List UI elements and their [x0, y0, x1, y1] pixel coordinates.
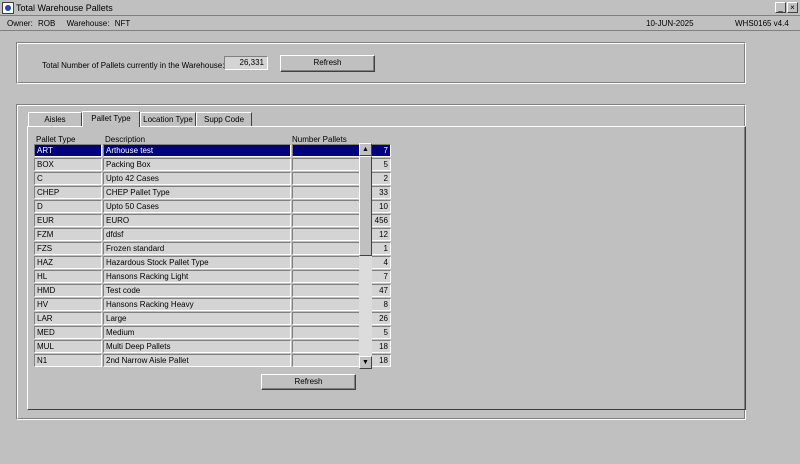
cell-description[interactable]: Arthouse test [103, 144, 291, 157]
cell-number-pallets[interactable]: 4 [292, 256, 391, 269]
cell-number-pallets[interactable]: 5 [292, 158, 391, 171]
total-pallets-label: Total Number of Pallets currently in the… [42, 61, 225, 70]
date-display: 10-JUN-2025 [646, 19, 694, 28]
cell-description[interactable]: Medium [103, 326, 291, 339]
cell-description[interactable]: Upto 42 Cases [103, 172, 291, 185]
cell-pallet-type[interactable]: BOX [34, 158, 102, 171]
info-bar: Owner: ROB Warehouse: NFT 10-JUN-2025 WH… [0, 17, 800, 31]
cell-pallet-type[interactable]: HAZ [34, 256, 102, 269]
cell-number-pallets[interactable]: 12 [292, 228, 391, 241]
cell-pallet-type[interactable]: EUR [34, 214, 102, 227]
tab-aisles[interactable]: Aisles [28, 112, 82, 126]
table-scrollbar[interactable]: ▲ ▼ [359, 143, 372, 369]
tab-location-type[interactable]: Location Type [140, 112, 196, 126]
scroll-up-icon[interactable]: ▲ [359, 143, 372, 156]
cell-description[interactable]: Multi Deep Pallets [103, 340, 291, 353]
column-header-number-pallets: Number Pallets [292, 135, 347, 144]
cell-pallet-type[interactable]: D [34, 200, 102, 213]
cell-pallet-type[interactable]: N1 [34, 354, 102, 367]
column-header-pallet-type: Pallet Type [36, 135, 76, 144]
scroll-down-icon[interactable]: ▼ [359, 356, 372, 369]
cell-description[interactable]: Large [103, 312, 291, 325]
owner-label: Owner: [7, 19, 33, 28]
cell-description[interactable]: Test code [103, 284, 291, 297]
cell-pallet-type[interactable]: C [34, 172, 102, 185]
cell-number-pallets[interactable]: 10 [292, 200, 391, 213]
tab-pallet-type[interactable]: Pallet Type [82, 111, 140, 127]
cell-number-pallets[interactable]: 7 [292, 144, 391, 157]
cell-pallet-type[interactable]: HL [34, 270, 102, 283]
cell-number-pallets[interactable]: 47 [292, 284, 391, 297]
cell-pallet-type[interactable]: HV [34, 298, 102, 311]
total-pallets-value: 26,331 [224, 56, 268, 70]
cell-number-pallets[interactable]: 18 [292, 354, 391, 367]
table-refresh-button[interactable]: Refresh [261, 374, 356, 390]
cell-number-pallets[interactable]: 7 [292, 270, 391, 283]
column-header-description: Description [105, 135, 146, 144]
cell-description[interactable]: Hansons Racking Light [103, 270, 291, 283]
cell-pallet-type[interactable]: ART [34, 144, 102, 157]
cell-pallet-type[interactable]: CHEP [34, 186, 102, 199]
cell-pallet-type[interactable]: MED [34, 326, 102, 339]
window-title: Total Warehouse Pallets [16, 2, 113, 13]
summary-refresh-button[interactable]: Refresh [280, 55, 375, 72]
warehouse-label: Warehouse: [66, 19, 110, 28]
cell-description[interactable]: Frozen standard [103, 242, 291, 255]
cell-pallet-type[interactable]: FZM [34, 228, 102, 241]
cell-pallet-type[interactable]: LAR [34, 312, 102, 325]
cell-pallet-type[interactable]: FZS [34, 242, 102, 255]
cell-number-pallets[interactable]: 33 [292, 186, 391, 199]
tab-supp-code[interactable]: Supp Code [196, 112, 252, 126]
cell-number-pallets[interactable]: 5 [292, 326, 391, 339]
owner-value: ROB [38, 19, 56, 28]
app-icon [2, 1, 14, 14]
scroll-thumb[interactable] [359, 156, 372, 256]
cell-number-pallets[interactable]: 8 [292, 298, 391, 311]
cell-number-pallets[interactable]: 18 [292, 340, 391, 353]
cell-number-pallets[interactable]: 456 [292, 214, 391, 227]
title-bar: Total Warehouse Pallets _ × [0, 0, 800, 16]
owner-warehouse-info: Owner: ROB Warehouse: NFT [7, 17, 133, 31]
warehouse-value: NFT [114, 19, 131, 28]
cell-description[interactable]: Upto 50 Cases [103, 200, 291, 213]
cell-pallet-type[interactable]: MUL [34, 340, 102, 353]
close-button[interactable]: × [787, 2, 798, 13]
cell-description[interactable]: Hazardous Stock Pallet Type [103, 256, 291, 269]
cell-description[interactable]: Packing Box [103, 158, 291, 171]
cell-description[interactable]: EURO [103, 214, 291, 227]
cell-number-pallets[interactable]: 26 [292, 312, 391, 325]
cell-description[interactable]: dfdsf [103, 228, 291, 241]
cell-description[interactable]: CHEP Pallet Type [103, 186, 291, 199]
cell-pallet-type[interactable]: HMD [34, 284, 102, 297]
minimize-button[interactable]: _ [775, 2, 786, 13]
cell-description[interactable]: Hansons Racking Heavy [103, 298, 291, 311]
form-code: WHS0165 v4.4 [735, 19, 789, 28]
window-controls: _ × [775, 2, 798, 13]
cell-description[interactable]: 2nd Narrow Aisle Pallet [103, 354, 291, 367]
cell-number-pallets[interactable]: 1 [292, 242, 391, 255]
cell-number-pallets[interactable]: 2 [292, 172, 391, 185]
